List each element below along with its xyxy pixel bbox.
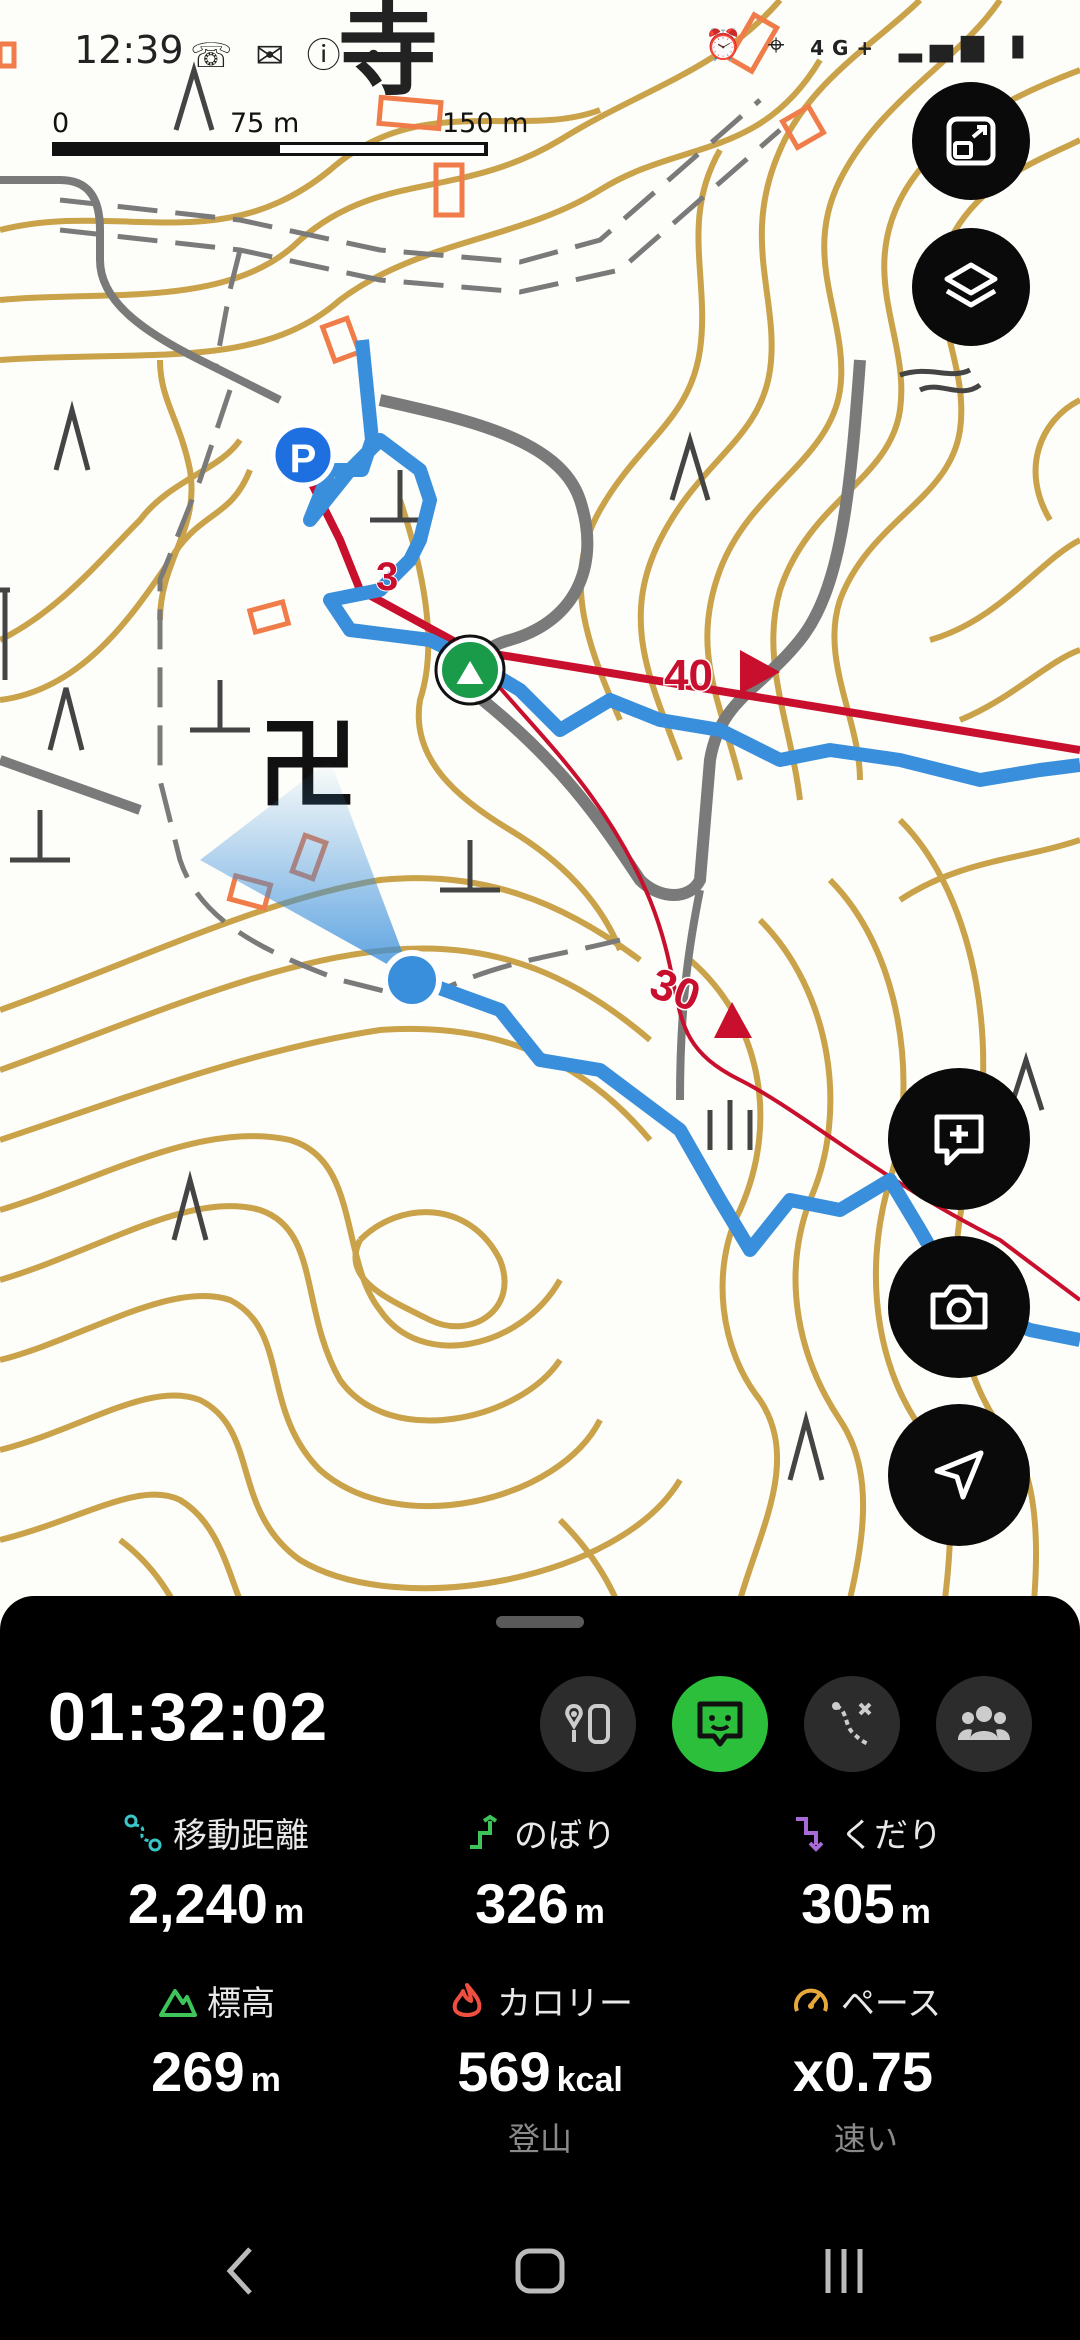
scale-label-150: 150 m xyxy=(442,108,529,139)
network-label: 4G+ xyxy=(810,36,882,60)
elevation-icon xyxy=(159,1988,197,2017)
stat-calorie-value: 569 xyxy=(457,2040,551,2103)
add-memo-icon xyxy=(934,1114,984,1166)
marker-30-arrow xyxy=(714,1002,752,1038)
home-button[interactable] xyxy=(500,2236,580,2306)
stat-ascent: のぼり 326 m xyxy=(370,1808,710,1936)
topo-map: 寺 卍 P 3 ⛰ 40 30 xyxy=(0,0,1080,1640)
scale-label-0: 0 xyxy=(52,108,70,139)
stat-calorie-label: カロリー xyxy=(497,1984,633,2024)
map-view[interactable]: 寺 卍 P 3 ⛰ 40 30 xyxy=(0,0,1080,1640)
info-icon: ⓘ xyxy=(306,36,347,76)
home-icon xyxy=(515,2248,565,2294)
navigate-icon xyxy=(934,1450,984,1500)
camera-button[interactable] xyxy=(888,1236,1030,1378)
marker-40-label: 40 xyxy=(664,651,713,700)
calorie-icon xyxy=(452,1982,482,2017)
descent-icon xyxy=(796,1816,824,1852)
stat-distance-unit: m xyxy=(273,1893,305,1931)
route-info-icon xyxy=(565,1703,610,1744)
navigate-button[interactable] xyxy=(888,1404,1030,1546)
contour-lines xyxy=(0,0,1080,1640)
stat-calorie-unit: kcal xyxy=(556,2061,623,2099)
stat-ascent-label: のぼり xyxy=(514,1816,616,1856)
back-icon xyxy=(226,2247,252,2295)
group-button[interactable] xyxy=(936,1676,1032,1772)
elapsed-timer: 01:32:02 xyxy=(48,1679,329,1755)
scale-bar xyxy=(52,142,488,156)
mail-icon: ✉ xyxy=(255,36,290,76)
current-location xyxy=(382,950,442,1010)
stat-pace-value: x0.75 xyxy=(792,2040,934,2103)
dot-icon: • xyxy=(363,36,390,76)
stat-descent-value: 305 xyxy=(801,1872,895,1935)
expand-icon xyxy=(946,116,996,166)
stat-distance-label: 移動距離 xyxy=(173,1816,309,1856)
stat-calorie: カロリー 569 kcal 登山 xyxy=(370,1976,710,2160)
recents-button[interactable] xyxy=(804,2236,884,2306)
pace-icon xyxy=(793,1988,828,2012)
path-button[interactable] xyxy=(804,1676,900,1772)
stat-pace-label: ペース xyxy=(840,1984,942,2024)
scale-label-75: 75 m xyxy=(230,108,300,139)
layers-button[interactable] xyxy=(912,228,1030,346)
expand-button[interactable] xyxy=(912,82,1030,200)
stat-distance-value: 2,240 xyxy=(127,1872,268,1935)
route-number: 3 xyxy=(376,555,398,599)
chat-icon xyxy=(697,1701,743,1747)
back-button[interactable] xyxy=(200,2236,280,2306)
sheet-handle[interactable] xyxy=(496,1616,584,1628)
svg-text:⛰: ⛰ xyxy=(456,653,485,693)
parking-marker: P xyxy=(270,422,336,488)
system-nav-bar xyxy=(0,2200,1080,2340)
hiker-marker: ⛰ xyxy=(434,634,506,706)
status-time: 12:39 xyxy=(74,28,184,72)
path-icon xyxy=(832,1702,872,1746)
status-notification-icons: ☏ ✉ ⓘ • xyxy=(190,28,390,77)
status-system-icons: ⏰ ⌖ 4G+ ▂▄▆ ▮ xyxy=(705,28,1034,63)
status-bar: 12:39 ☏ ✉ ⓘ • ⏰ ⌖ 4G+ ▂▄▆ ▮ xyxy=(0,0,1080,105)
signal-icon: ▂▄▆ xyxy=(898,28,992,63)
layers-icon xyxy=(944,262,998,308)
add-memo-button[interactable] xyxy=(888,1068,1030,1210)
stat-elevation-unit: m xyxy=(250,2061,281,2099)
stat-descent-label: くだり xyxy=(840,1816,942,1856)
stat-pace-rating: 速い xyxy=(833,2120,898,2158)
parking-label: P xyxy=(290,437,317,481)
heading-cone xyxy=(200,760,412,978)
stat-calorie-activity: 登山 xyxy=(507,2120,572,2158)
stat-distance: 移動距離 2,240 m xyxy=(46,1808,386,1936)
camera-icon xyxy=(930,1284,988,1330)
stat-descent-unit: m xyxy=(900,1893,931,1931)
battery-icon: ▮ xyxy=(1009,28,1034,63)
recents-icon xyxy=(825,2249,863,2293)
stat-elevation: 標高 269 m xyxy=(46,1976,386,2104)
stat-elevation-label: 標高 xyxy=(207,1984,275,2024)
stat-pace: ペース x0.75 速い xyxy=(696,1976,1036,2160)
alarm-icon: ⏰ xyxy=(704,28,751,63)
stat-descent: くだり 305 m xyxy=(696,1808,1036,1936)
distance-icon xyxy=(124,1814,162,1851)
stat-ascent-unit: m xyxy=(574,1893,605,1931)
stat-elevation-value: 269 xyxy=(151,2040,245,2103)
missed-call-icon: ☏ xyxy=(190,36,239,76)
ascent-icon xyxy=(470,1814,498,1849)
stat-ascent-value: 326 xyxy=(475,1872,569,1935)
group-icon xyxy=(958,1706,1010,1740)
route-info-button[interactable] xyxy=(540,1676,636,1772)
chat-button[interactable] xyxy=(672,1676,768,1772)
location-icon: ⌖ xyxy=(767,28,793,63)
